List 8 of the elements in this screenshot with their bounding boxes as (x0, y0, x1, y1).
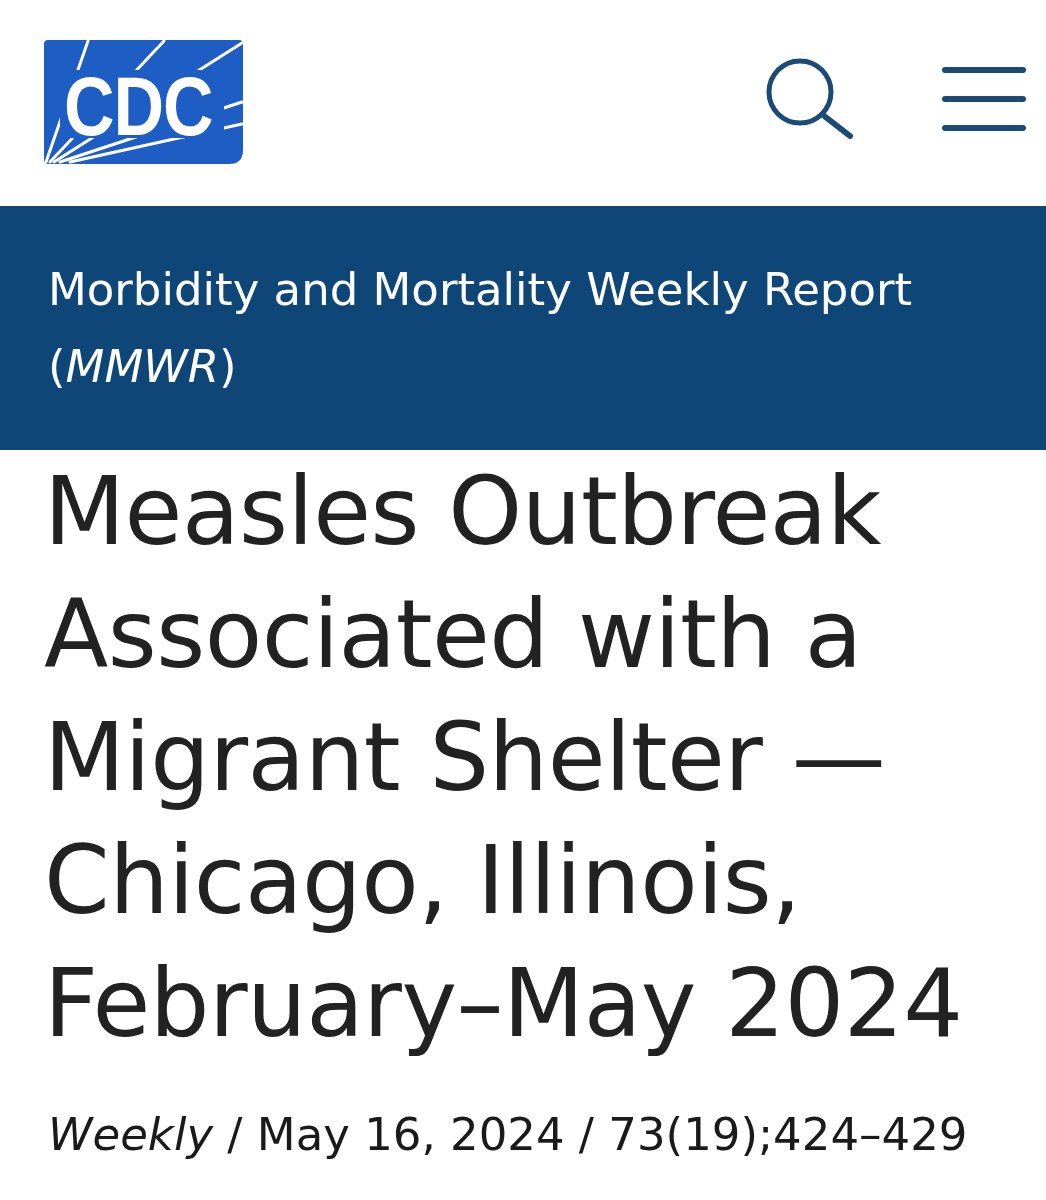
article-meta: Weekly / May 16, 2024 / 73(19);424–429 (48, 1107, 969, 1163)
publication-title: Morbidity and Mortality Weekly Report (MMWR) (48, 262, 914, 395)
search-icon (766, 58, 854, 140)
menu-button[interactable] (942, 67, 1026, 131)
article-title: Measles Outbreak Associated with a Migrant Shelter — Chicago, Illinois, February–May 2024 (44, 456, 964, 1060)
menu-icon (942, 67, 1026, 131)
search-button[interactable] (766, 58, 854, 140)
logo[interactable]: CDC (44, 40, 243, 164)
